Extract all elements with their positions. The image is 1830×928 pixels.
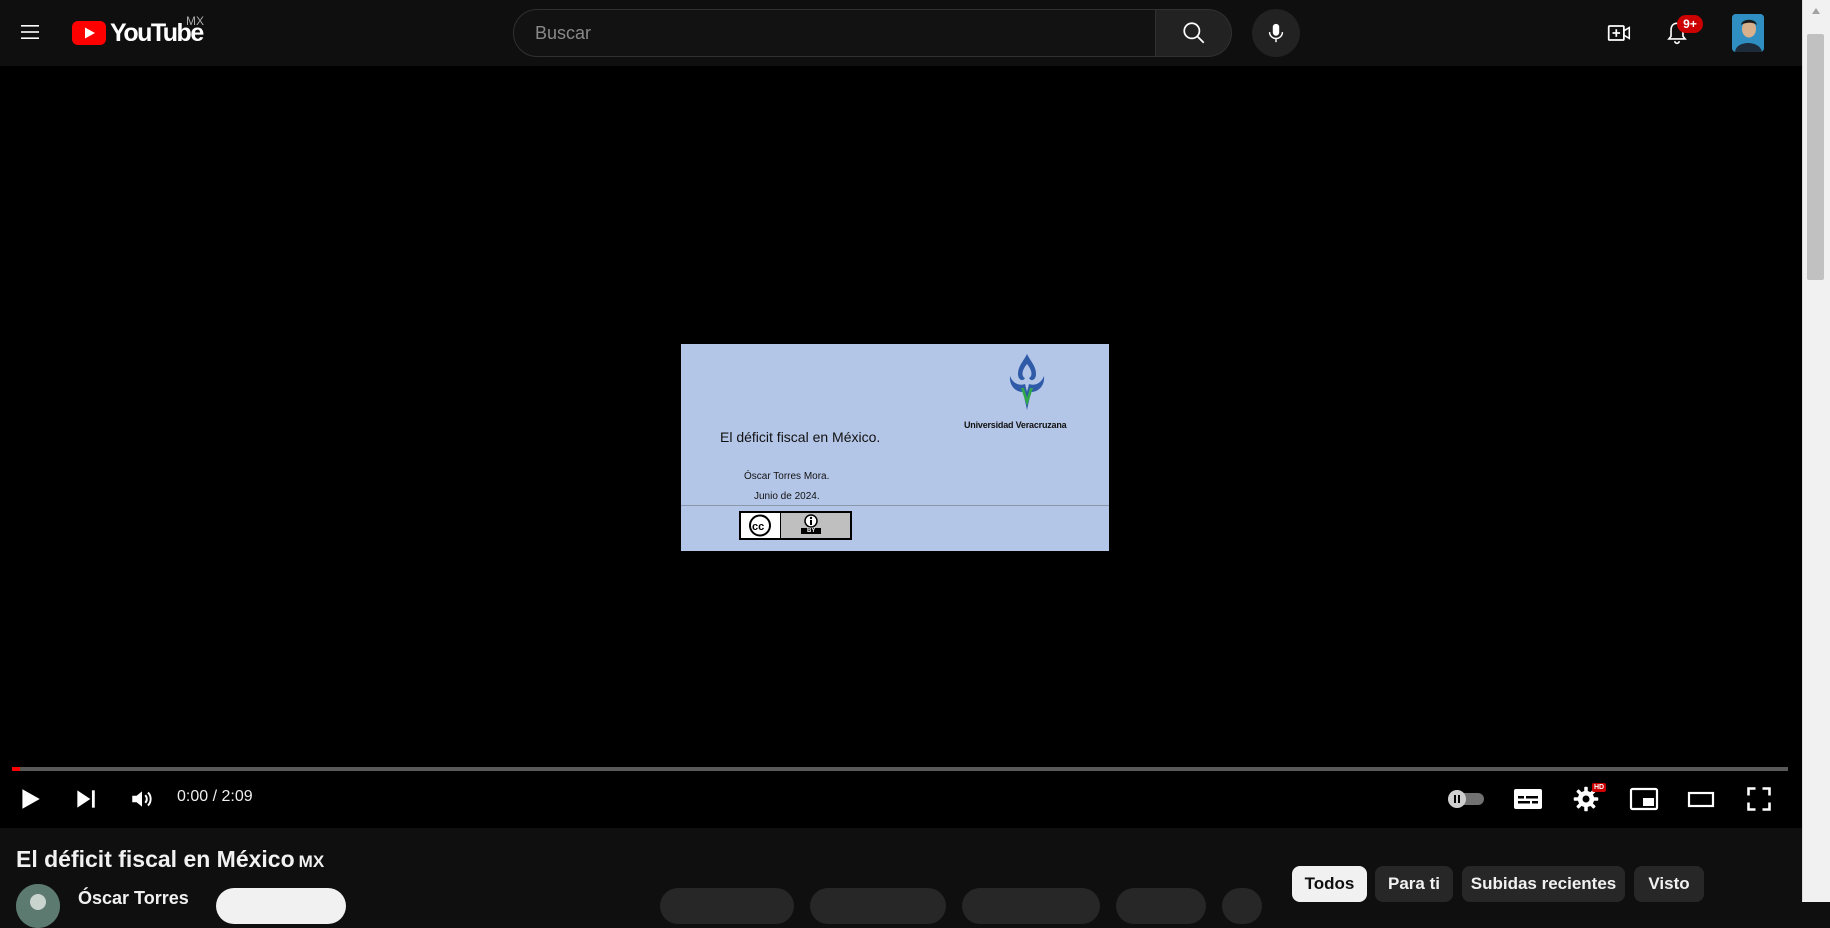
license-by-label: BY bbox=[801, 528, 822, 534]
hamburger-menu-icon bbox=[21, 25, 39, 39]
autoplay-toggle-icon bbox=[1448, 790, 1484, 808]
masthead: YouTube MX 9+ bbox=[0, 0, 1806, 66]
channel-avatar[interactable] bbox=[16, 884, 60, 928]
cc-logo-icon: cc bbox=[749, 514, 771, 537]
action-button-more[interactable] bbox=[1222, 888, 1262, 924]
action-button-3[interactable] bbox=[962, 888, 1100, 924]
fullscreen-button[interactable] bbox=[1739, 779, 1779, 819]
chip-para-ti[interactable]: Para ti bbox=[1375, 866, 1453, 902]
scrollbar-up-arrow[interactable] bbox=[1802, 0, 1830, 22]
theater-mode-button[interactable] bbox=[1681, 779, 1721, 819]
create-button[interactable] bbox=[1598, 12, 1640, 54]
search-icon bbox=[1182, 22, 1204, 44]
search-input[interactable] bbox=[533, 21, 1155, 45]
subtitles-button[interactable] bbox=[1508, 779, 1548, 819]
autoplay-toggle[interactable] bbox=[1444, 779, 1488, 819]
video-player[interactable]: Universidad Veracruzana El déficit fisca… bbox=[0, 66, 1802, 828]
miniplayer-icon bbox=[1629, 787, 1659, 811]
action-button-1[interactable] bbox=[660, 888, 794, 924]
voice-search-button[interactable] bbox=[1252, 9, 1300, 57]
action-button-2[interactable] bbox=[810, 888, 946, 924]
slide-date: Junio de 2024. bbox=[754, 491, 820, 502]
logo-country-code: MX bbox=[186, 14, 204, 28]
volume-icon bbox=[132, 791, 152, 807]
chip-visto[interactable]: Visto bbox=[1634, 866, 1704, 902]
video-title: El déficit fiscal en México MX bbox=[16, 846, 324, 873]
notification-count-badge: 9+ bbox=[1677, 15, 1703, 33]
video-title-text: El déficit fiscal en México bbox=[16, 846, 295, 872]
search-button[interactable] bbox=[1156, 9, 1232, 57]
attribution-icon bbox=[804, 514, 818, 528]
avatar-image bbox=[1732, 14, 1764, 52]
progress-bar[interactable] bbox=[12, 767, 1788, 771]
next-icon bbox=[77, 790, 95, 808]
chip-todos[interactable]: Todos bbox=[1292, 866, 1367, 902]
slide-institution-name: Universidad Veracruzana bbox=[964, 420, 1067, 430]
youtube-logo[interactable]: YouTube bbox=[72, 18, 204, 48]
video-frame-slide: Universidad Veracruzana El déficit fisca… bbox=[681, 344, 1109, 551]
microphone-icon bbox=[1268, 23, 1284, 43]
theater-mode-icon bbox=[1687, 791, 1715, 808]
subtitles-icon bbox=[1514, 789, 1542, 809]
scrollbar-thumb[interactable] bbox=[1807, 34, 1824, 280]
create-video-icon bbox=[1607, 25, 1631, 41]
fullscreen-icon bbox=[1747, 787, 1771, 811]
play-button[interactable] bbox=[10, 779, 50, 819]
subscribe-button[interactable] bbox=[216, 888, 346, 924]
account-avatar[interactable] bbox=[1732, 14, 1764, 52]
search-box[interactable] bbox=[513, 9, 1156, 57]
channel-avatar-image bbox=[16, 884, 60, 928]
play-icon bbox=[22, 789, 40, 809]
miniplayer-button[interactable] bbox=[1624, 779, 1664, 819]
channel-name[interactable]: Óscar Torres bbox=[78, 888, 189, 909]
creative-commons-badge: cc BY bbox=[739, 511, 852, 540]
time-display: 0:00 / 2:09 bbox=[177, 788, 253, 805]
university-emblem-icon bbox=[1009, 354, 1045, 410]
next-button[interactable] bbox=[66, 779, 106, 819]
youtube-play-logo-icon bbox=[72, 21, 106, 45]
cc-logo-panel: cc bbox=[741, 513, 781, 538]
progress-start-marker bbox=[12, 767, 20, 771]
chevron-up-icon bbox=[1812, 8, 1820, 14]
hd-badge: HD bbox=[1592, 783, 1607, 792]
slide-divider bbox=[681, 505, 1109, 506]
svg-text:cc: cc bbox=[752, 521, 764, 533]
volume-button[interactable] bbox=[122, 779, 162, 819]
slide-author: Óscar Torres Mora. bbox=[744, 471, 830, 482]
chip-subidas-recientes[interactable]: Subidas recientes bbox=[1462, 866, 1625, 902]
slide-title: El déficit fiscal en México. bbox=[720, 429, 881, 445]
guide-menu-button[interactable] bbox=[10, 12, 50, 52]
video-title-suffix: MX bbox=[298, 852, 325, 871]
action-button-4[interactable] bbox=[1116, 888, 1206, 924]
